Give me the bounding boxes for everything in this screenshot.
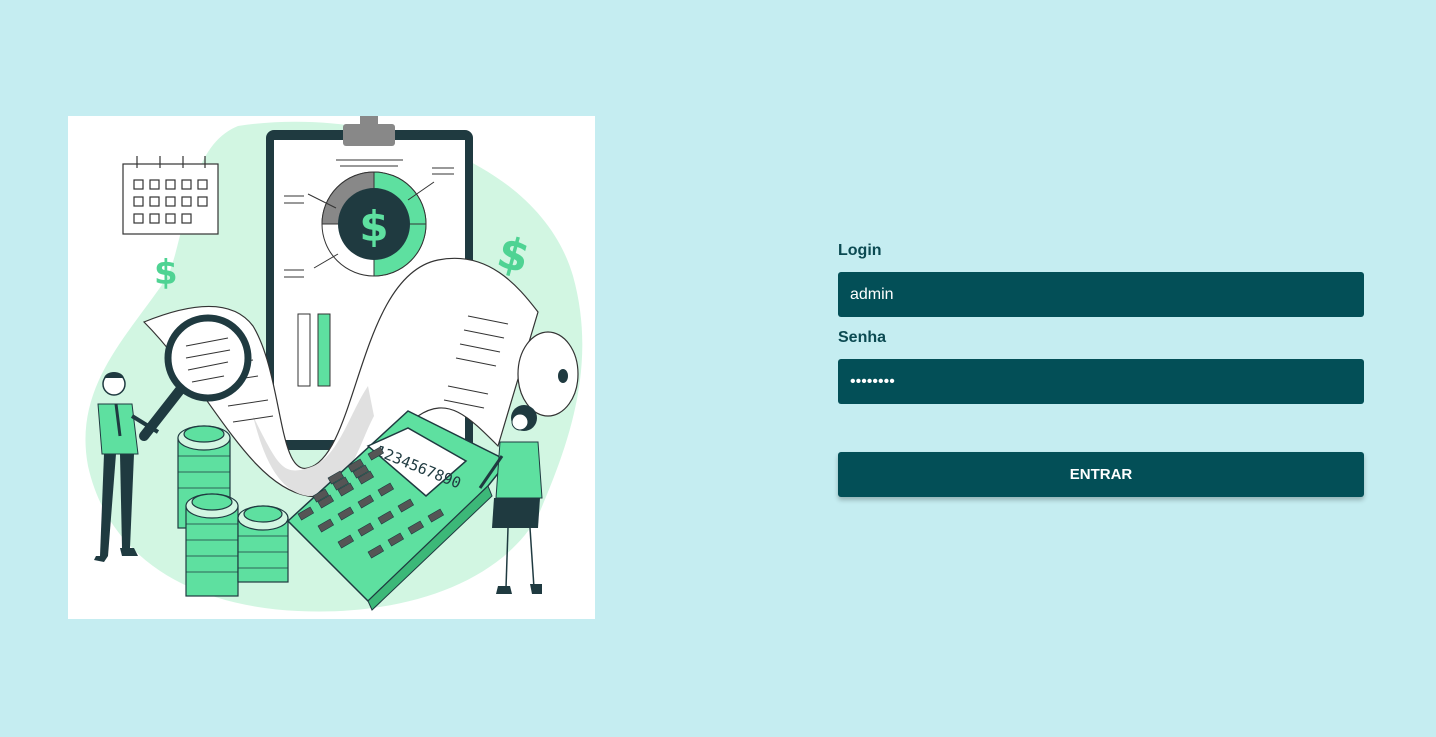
calendar-icon: [122, 156, 219, 235]
login-form: Login Senha ENTRAR: [838, 240, 1364, 497]
password-input[interactable]: [838, 359, 1364, 404]
password-label: Senha: [838, 329, 887, 346]
login-label: Login: [838, 242, 882, 259]
dollar-sign-icon: $: [154, 253, 178, 293]
svg-text:$: $: [359, 202, 388, 251]
finance-illustration-svg: $ $ $ 1234567890: [85, 116, 583, 612]
login-input[interactable]: [838, 272, 1364, 317]
finance-illustration: $ $ $ 1234567890: [68, 116, 595, 619]
login-page: $ $ $ 1234567890 Login admin Senha ENTRA…: [0, 0, 1436, 737]
submit-button[interactable]: ENTRAR: [838, 452, 1364, 497]
